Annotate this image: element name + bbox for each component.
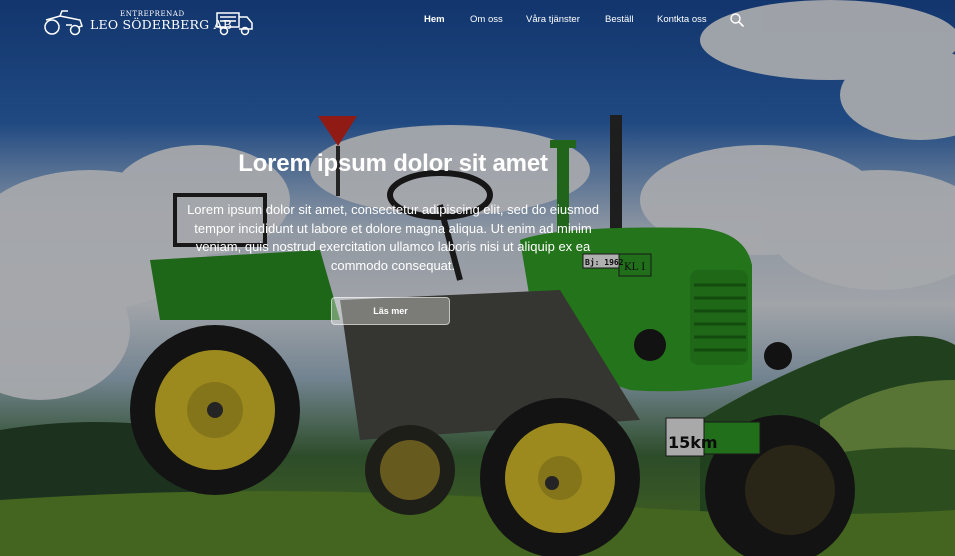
hero-dark-overlay	[0, 0, 955, 556]
nav-item-vara-tjanster[interactable]: Våra tjänster	[526, 14, 580, 25]
company-logo[interactable]: ENTREPRENAD LEO SÖDERBERG AB	[40, 9, 255, 37]
hero-section: Bj: 1962 KL I 15km ENTREPRENAD LEO SÖDER…	[0, 0, 955, 556]
hero-title: Lorem ipsum dolor sit amet	[238, 150, 548, 177]
nav-item-kontakta-oss[interactable]: Kontkta oss	[657, 14, 707, 25]
logo-tractor-icon	[44, 10, 83, 36]
logo-main-line: LEO SÖDERBERG AB	[90, 17, 233, 32]
nav-item-hem[interactable]: Hem	[424, 14, 445, 25]
logo-truck-icon	[216, 12, 253, 36]
nav-item-om-oss[interactable]: Om oss	[470, 14, 503, 25]
nav-item-bestall[interactable]: Beställ	[605, 14, 634, 25]
read-more-button[interactable]: Läs mer	[331, 297, 450, 325]
search-icon[interactable]	[730, 13, 744, 27]
hero-lead-text: Lorem ipsum dolor sit amet, consectetur …	[187, 202, 599, 273]
